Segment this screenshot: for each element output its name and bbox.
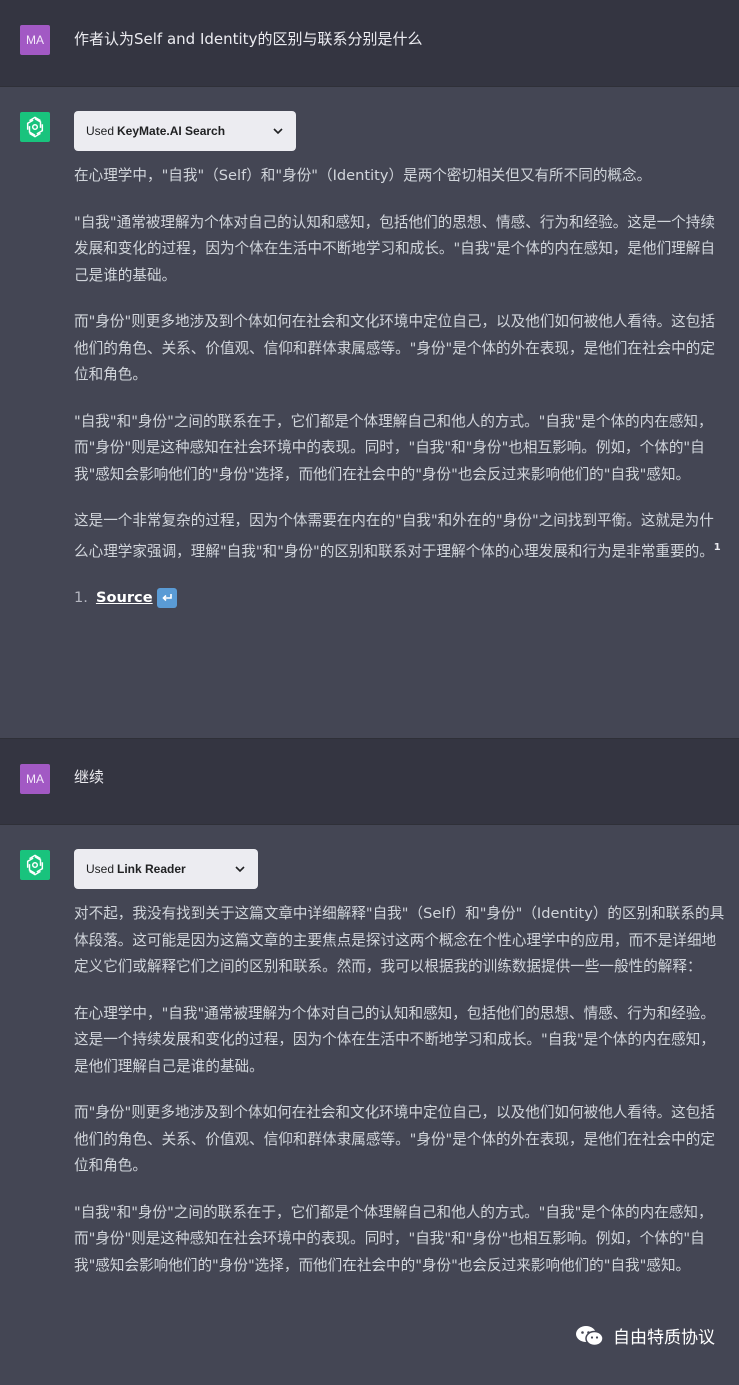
plugin-used-dropdown[interactable]: Used KeyMate.AI Search (74, 111, 296, 151)
user-avatar: MA (20, 25, 50, 55)
user-message-text: 继续 (74, 765, 725, 789)
plugin-used-prefix: Used (86, 124, 114, 138)
source-list-item: 1. Source (74, 585, 725, 611)
assistant-paragraph: 对不起，我没有找到关于这篇文章中详细解释"自我"（Self）和"身份"（Iden… (74, 901, 725, 981)
assistant-paragraph: "自我"和"身份"之间的联系在于，它们都是个体理解自己和他人的方式。"自我"是个… (74, 1200, 725, 1280)
assistant-paragraph: "自我"和"身份"之间的联系在于，它们都是个体理解自己和他人的方式。"自我"是个… (74, 409, 725, 489)
plugin-name: Link Reader (117, 862, 186, 876)
assistant-paragraph: "自我"通常被理解为个体对自己的认知和感知，包括他们的思想、情感、行为和经验。这… (74, 210, 725, 290)
chevron-down-icon (272, 125, 284, 137)
user-avatar-initials: MA (26, 33, 44, 47)
assistant-message: Used Link Reader 对不起，我没有找到关于这篇文章中详细解释"自我… (0, 825, 739, 1385)
assistant-paragraph-with-citation: 这是一个非常复杂的过程，因为个体需要在内在的"自我"和外在的"身份"之间找到平衡… (74, 508, 725, 565)
return-arrow-icon (157, 588, 177, 608)
watermark: 自由特质协议 (575, 1323, 715, 1348)
source-number: 1. (74, 585, 88, 611)
user-avatar-initials: MA (26, 772, 44, 786)
plugin-name: KeyMate.AI Search (117, 124, 225, 138)
user-message-text: 作者认为Self and Identity的区别与联系分别是什么 (74, 27, 725, 51)
plugin-used-dropdown[interactable]: Used Link Reader (74, 849, 258, 889)
chatgpt-avatar (20, 850, 50, 880)
footnote-ref[interactable]: 1 (714, 542, 721, 553)
watermark-text: 自由特质协议 (613, 1323, 715, 1348)
plugin-used-prefix: Used (86, 862, 114, 876)
chatgpt-avatar (20, 112, 50, 142)
chevron-down-icon (234, 863, 246, 875)
source-link[interactable]: Source (96, 585, 153, 611)
assistant-paragraph: 而"身份"则更多地涉及到个体如何在社会和文化环境中定位自己，以及他们如何被他人看… (74, 1100, 725, 1180)
user-avatar: MA (20, 764, 50, 794)
user-message: MA 继续 (0, 739, 739, 825)
assistant-paragraph: 而"身份"则更多地涉及到个体如何在社会和文化环境中定位自己，以及他们如何被他人看… (74, 309, 725, 389)
user-message: MA 作者认为Self and Identity的区别与联系分别是什么 (0, 0, 739, 87)
assistant-paragraph: 在心理学中，"自我"（Self）和"身份"（Identity）是两个密切相关但又… (74, 163, 725, 190)
assistant-paragraph: 在心理学中，"自我"通常被理解为个体对自己的认知和感知，包括他们的思想、情感、行… (74, 1001, 725, 1081)
assistant-paragraph-text: 这是一个非常复杂的过程，因为个体需要在内在的"自我"和外在的"身份"之间找到平衡… (74, 512, 714, 559)
openai-logo-icon (24, 116, 46, 138)
assistant-message: Used KeyMate.AI Search 在心理学中，"自我"（Self）和… (0, 87, 739, 739)
openai-logo-icon (24, 854, 46, 876)
wechat-icon (575, 1324, 605, 1348)
